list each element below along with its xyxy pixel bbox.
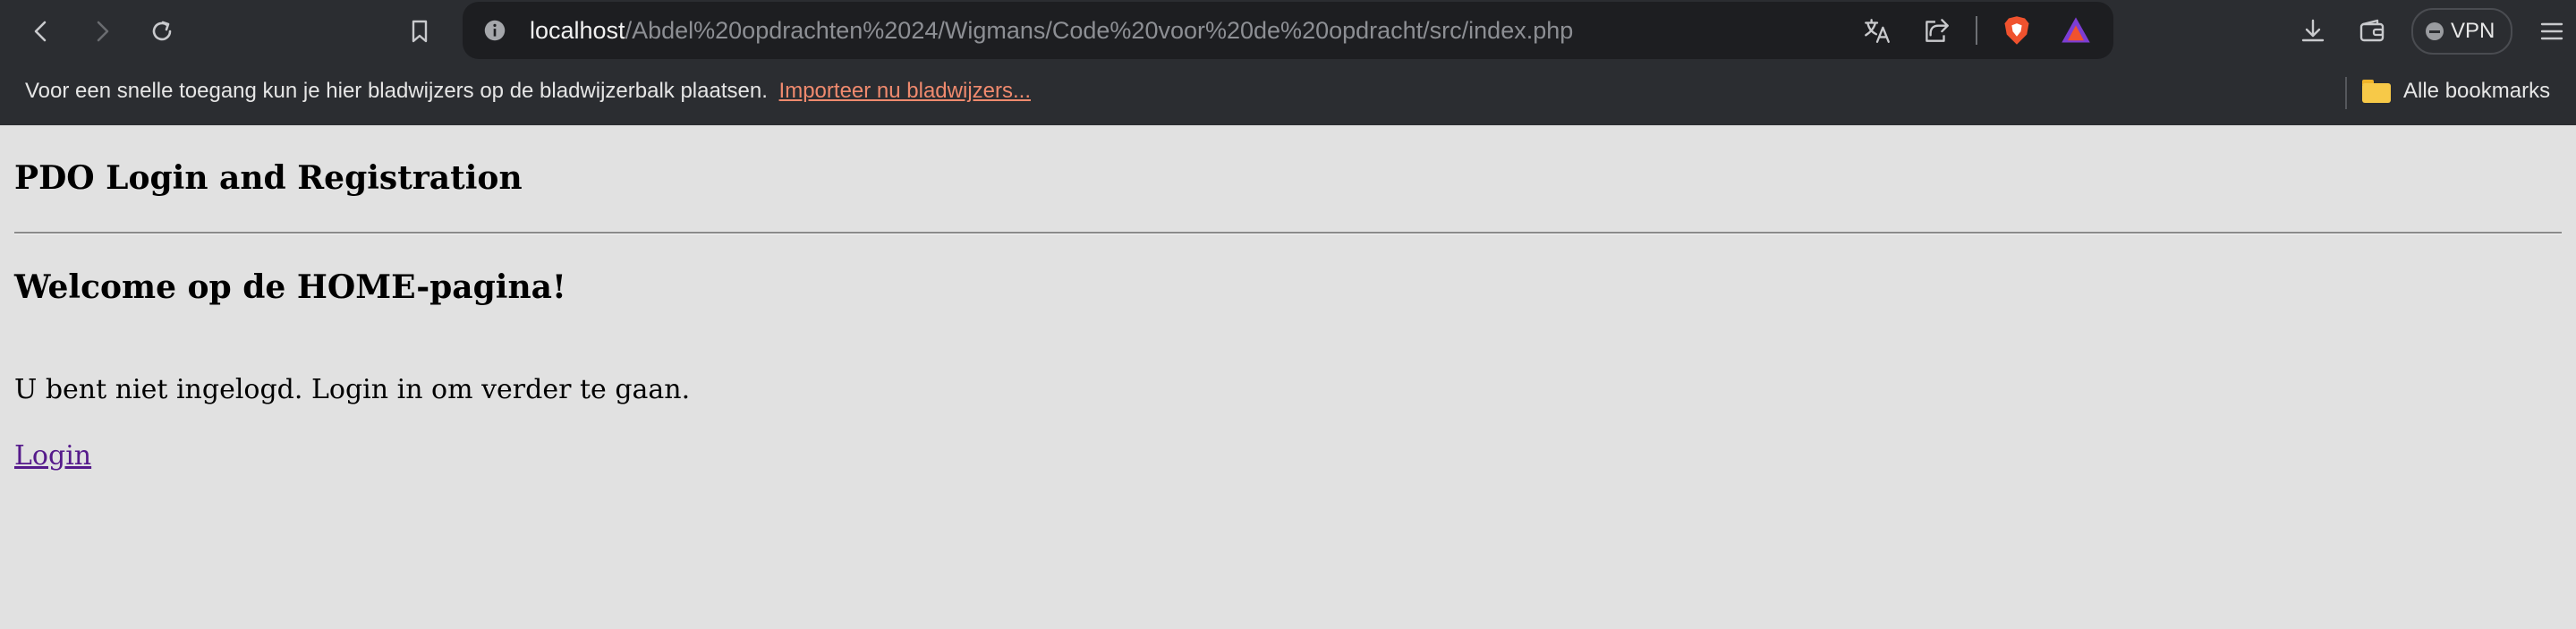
bookmarks-separator [2345, 77, 2347, 109]
reload-icon[interactable] [142, 12, 182, 51]
url-text[interactable]: localhost/Abdel%20opdrachten%2024/Wigman… [530, 2, 1573, 59]
vpn-status-icon [2426, 22, 2444, 40]
bookmarks-hint-text: Voor een snelle toegang kun je hier blad… [25, 79, 768, 103]
not-logged-in-message: U bent niet ingelogd. Login in om verder… [14, 374, 691, 405]
import-bookmarks-link[interactable]: Importeer nu bladwijzers... [779, 79, 1031, 103]
menu-icon[interactable] [2532, 12, 2572, 51]
bookmark-icon[interactable] [400, 12, 439, 51]
address-bar[interactable]: localhost/Abdel%20opdrachten%2024/Wigman… [463, 2, 2113, 59]
vpn-button[interactable]: VPN [2411, 8, 2513, 55]
toolbar-separator [1976, 16, 1977, 45]
page-content: PDO Login and Registration Welcome op de… [0, 125, 2576, 629]
brave-shields-icon[interactable] [1997, 11, 2036, 50]
all-bookmarks-button[interactable]: Alle bookmarks [2362, 63, 2550, 120]
url-host: localhost [530, 17, 625, 44]
welcome-heading: Welcome op de HOME-pagina! [14, 268, 566, 306]
translate-icon[interactable] [1858, 11, 1897, 50]
url-path: /Abdel%20opdrachten%2024/Wigmans/Code%20… [625, 17, 1574, 44]
login-link[interactable]: Login [14, 440, 91, 472]
share-icon[interactable] [1917, 11, 1956, 50]
back-icon[interactable] [21, 12, 61, 51]
horizontal-rule [14, 232, 2562, 234]
folder-icon [2362, 80, 2391, 103]
page-title: PDO Login and Registration [14, 159, 523, 197]
browser-toolbar: localhost/Abdel%20opdrachten%2024/Wigman… [0, 0, 2576, 63]
bookmarks-bar-message: Voor een snelle toegang kun je hier blad… [25, 63, 1031, 120]
site-info-icon[interactable] [480, 16, 509, 45]
all-bookmarks-label: Alle bookmarks [2403, 79, 2551, 103]
forward-icon[interactable] [82, 12, 122, 51]
brave-rewards-icon[interactable] [2056, 11, 2096, 50]
downloads-icon[interactable] [2293, 12, 2333, 51]
vpn-label: VPN [2451, 19, 2495, 43]
wallet-icon[interactable] [2352, 12, 2392, 51]
bookmarks-bar: Voor een snelle toegang kun je hier blad… [0, 63, 2576, 125]
